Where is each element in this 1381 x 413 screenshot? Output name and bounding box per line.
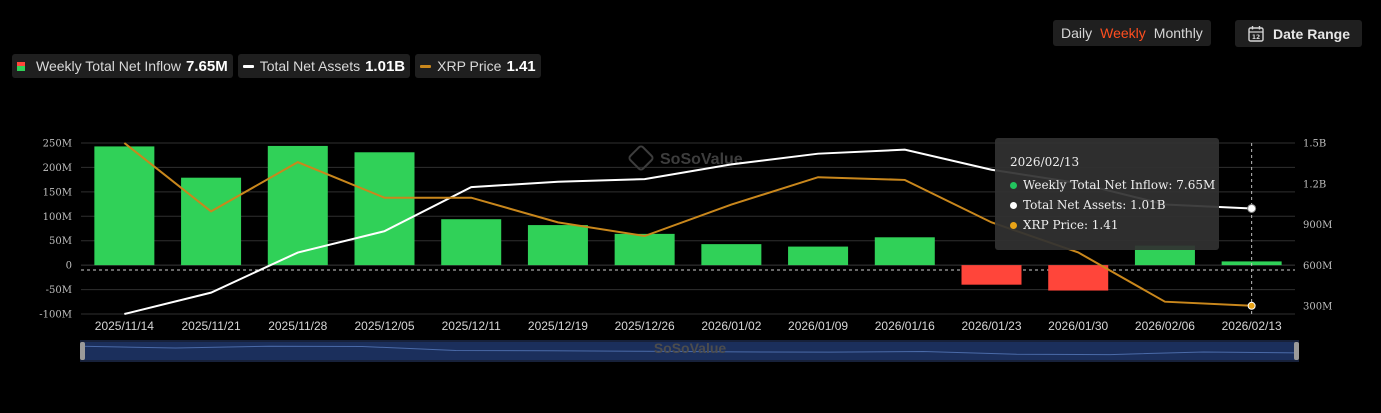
- tooltip-row-label: Weekly Total Net Inflow: 7.65M: [1023, 178, 1216, 192]
- left-axis-tick: 0: [66, 261, 72, 272]
- right-axis-tick: 600M: [1303, 261, 1332, 272]
- x-axis-tick: 2026/01/23: [961, 319, 1021, 333]
- left-axis-tick: 50M: [49, 236, 72, 247]
- tooltip-row-inflow: Weekly Total Net Inflow: 7.65M: [1010, 175, 1219, 195]
- dot-icon: [1010, 221, 1017, 229]
- right-axis-tick: 900M: [1303, 220, 1332, 231]
- x-axis-tick: 2025/11/21: [181, 319, 240, 333]
- left-axis-tick: 150M: [43, 187, 72, 198]
- x-axis-tick: 2026/02/06: [1135, 319, 1195, 333]
- tooltip-row-label: Total Net Assets: 1.01B: [1023, 198, 1166, 212]
- net-inflow-bar: [94, 146, 155, 266]
- x-axis-tick: 2026/01/16: [875, 319, 935, 333]
- net-inflow-bar: [527, 225, 588, 266]
- net-inflow-bar: [181, 177, 242, 266]
- x-axis-tick: 2025/12/05: [354, 319, 414, 333]
- slider-watermark-text: SoSoValue: [654, 340, 727, 356]
- x-axis-tick: 2026/01/09: [788, 319, 848, 333]
- watermark-logo-icon: [628, 145, 654, 171]
- tooltip-row-assets: Total Net Assets: 1.01B: [1010, 195, 1219, 215]
- net-inflow-bar: [961, 265, 1022, 285]
- x-axis-tick: 2025/11/14: [95, 319, 154, 333]
- x-axis-tick: 2025/11/28: [268, 319, 327, 333]
- net-inflow-bar: [354, 152, 415, 266]
- data-zoom-slider[interactable]: SoSoValue: [80, 340, 1299, 362]
- net-inflow-bar: [701, 244, 762, 266]
- net-inflow-bar: [614, 233, 675, 266]
- chart-tooltip: 2026/02/13 Weekly Total Net Inflow: 7.65…: [995, 138, 1219, 250]
- left-axis-tick: 200M: [43, 163, 72, 174]
- tooltip-date: 2026/02/13: [1010, 155, 1080, 169]
- net-inflow-bar: [441, 219, 502, 266]
- dot-icon: [1010, 201, 1017, 209]
- net-inflow-bar: [874, 237, 935, 266]
- net-inflow-bar: [1048, 265, 1109, 291]
- assets-hover-point: [1247, 203, 1257, 213]
- right-axis-tick: 300M: [1303, 302, 1332, 313]
- left-axis-tick: -100M: [39, 310, 72, 321]
- x-axis-tick: 2026/02/13: [1222, 319, 1282, 333]
- left-axis-tick: -50M: [46, 285, 72, 296]
- price-hover-point: [1247, 301, 1256, 310]
- x-axis-tick: 2025/12/19: [528, 319, 588, 333]
- left-axis-tick: 100M: [43, 212, 72, 223]
- x-axis-tick: 2025/12/11: [442, 319, 501, 333]
- right-axis-tick: 1.2B: [1303, 179, 1326, 190]
- right-axis-tick: 1.5B: [1303, 139, 1326, 150]
- net-inflow-bar: [788, 246, 849, 266]
- left-axis-tick: 250M: [43, 139, 72, 150]
- tooltip-row-label: XRP Price: 1.41: [1023, 218, 1119, 232]
- x-axis-tick: 2026/01/02: [701, 319, 761, 333]
- x-axis-tick: 2026/01/30: [1048, 319, 1108, 333]
- slider-handle-left[interactable]: [80, 342, 85, 360]
- slider-handle-right[interactable]: [1294, 342, 1299, 360]
- dot-icon: [1010, 181, 1017, 189]
- x-axis-tick: 2025/12/26: [615, 319, 675, 333]
- tooltip-row-price: XRP Price: 1.41: [1010, 215, 1219, 235]
